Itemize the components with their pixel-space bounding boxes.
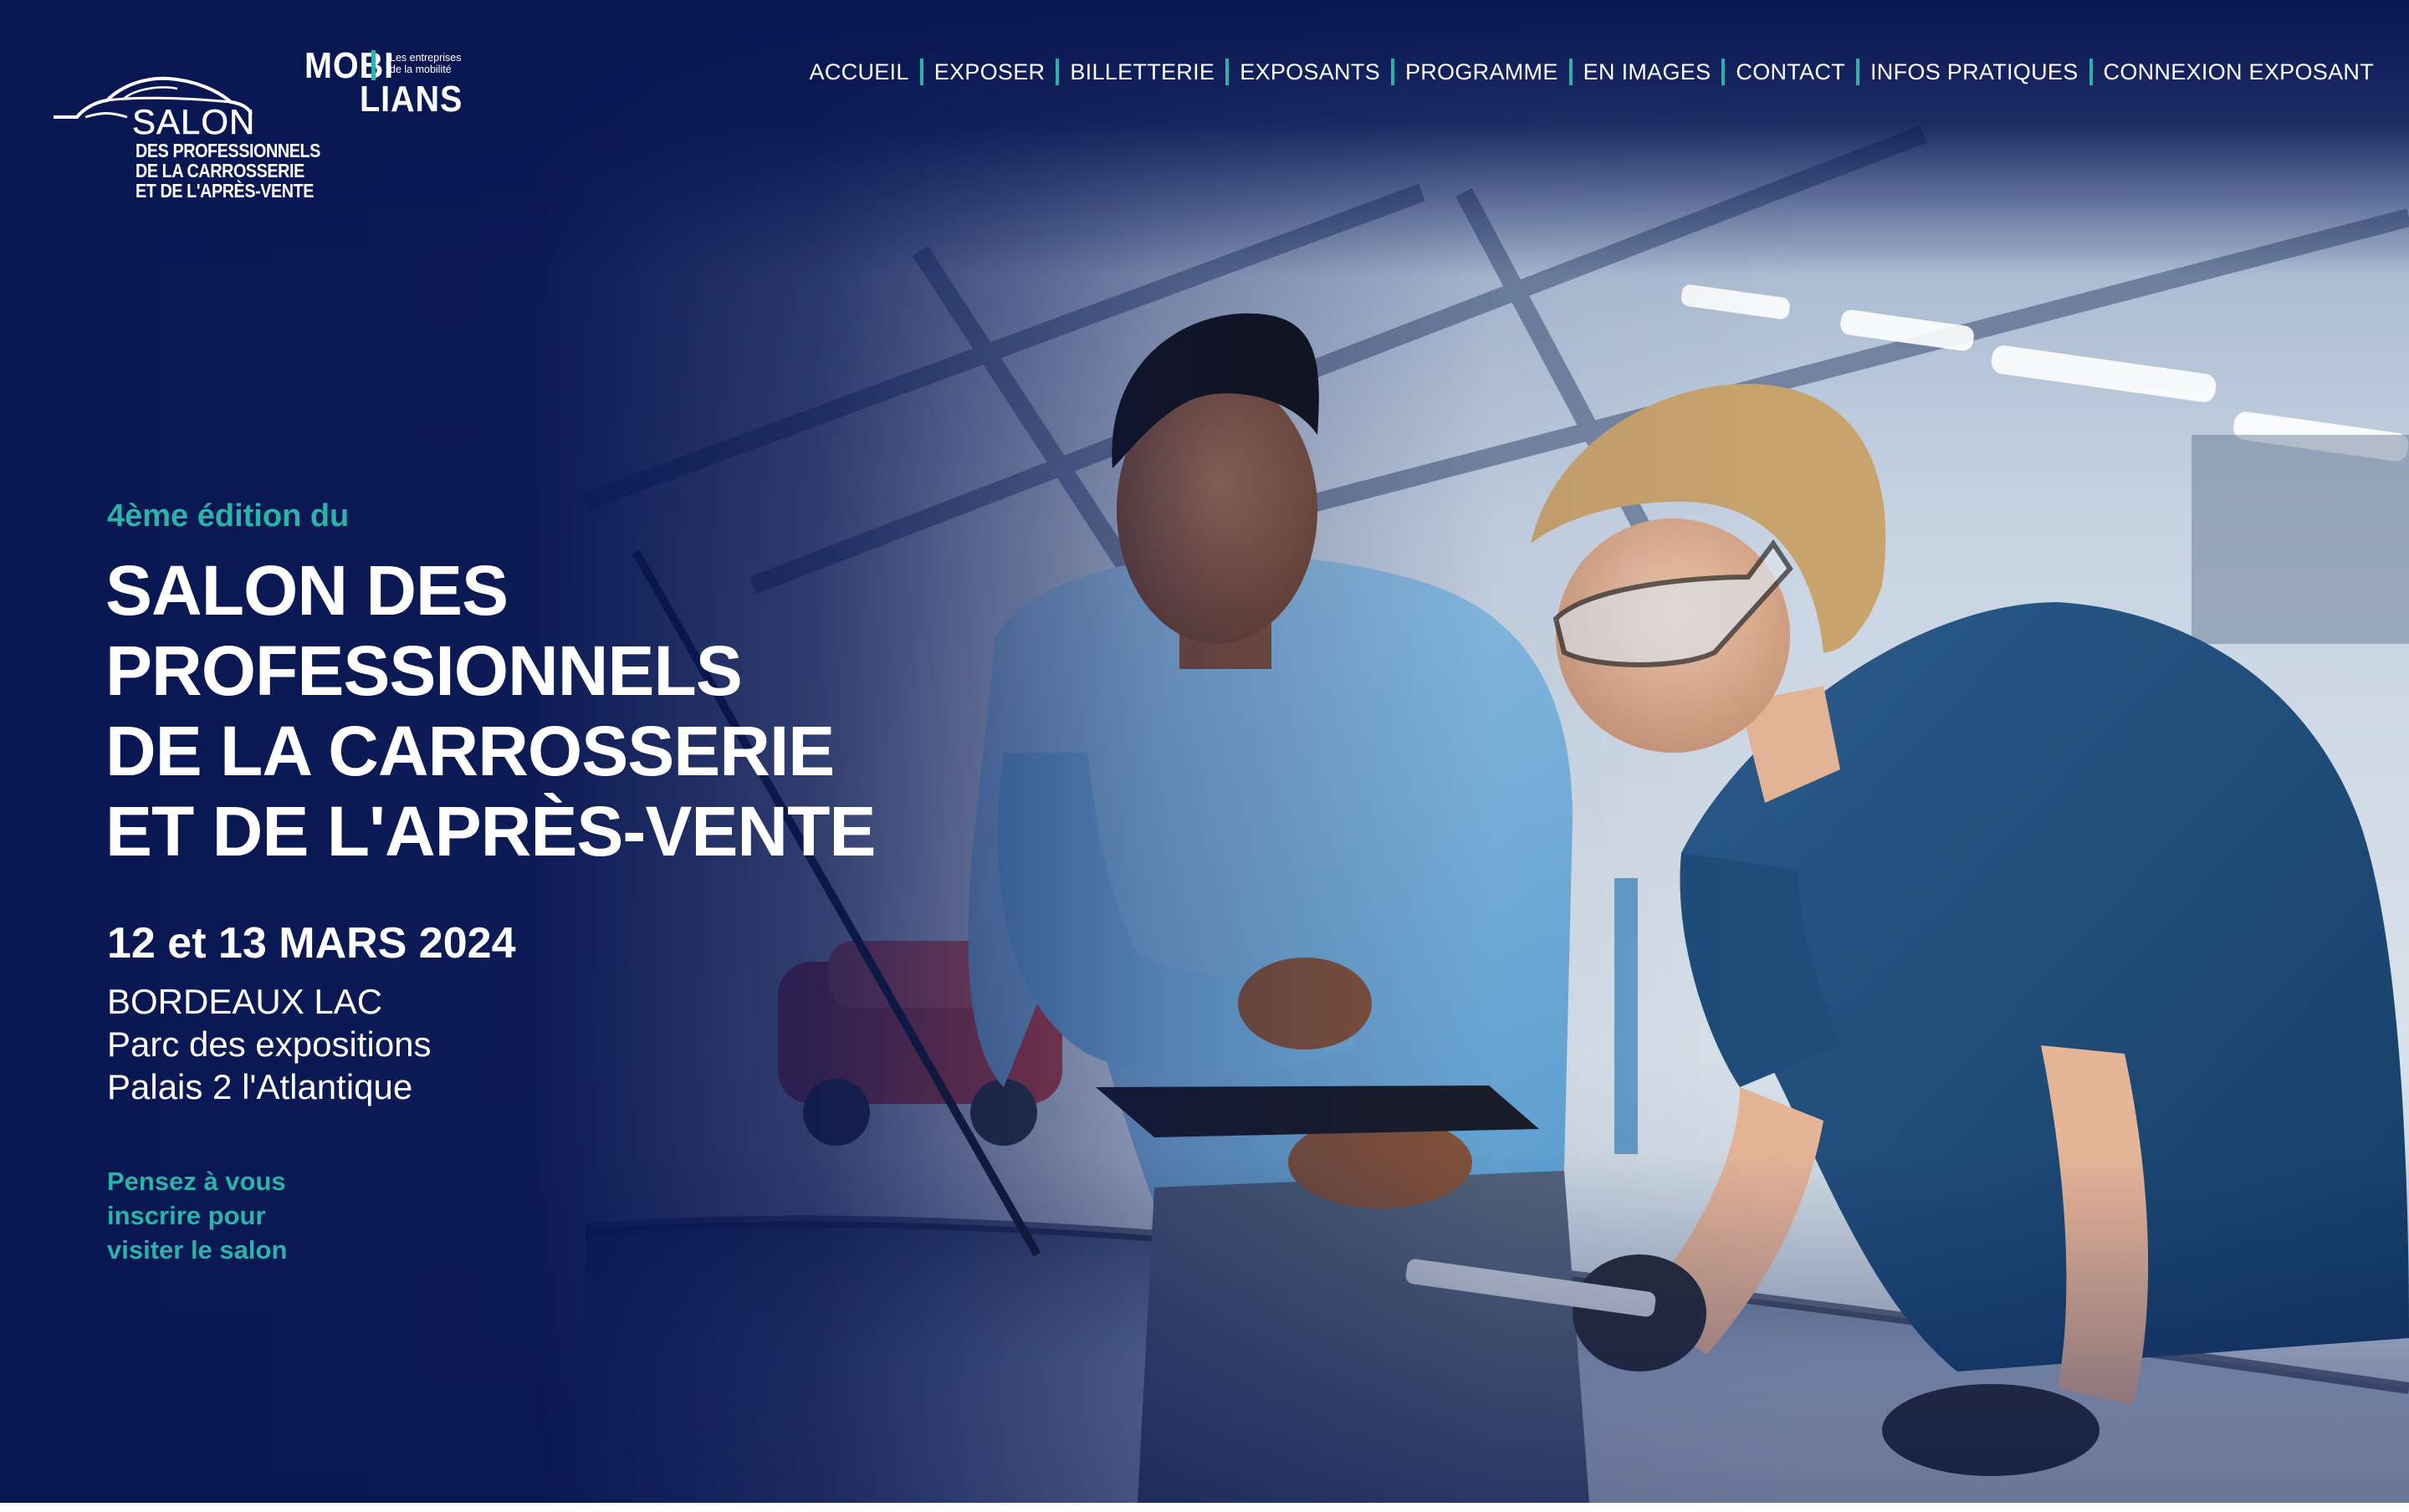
hero-title-line: PROFESSIONNELS <box>105 631 743 710</box>
nav-separator <box>1225 59 1230 85</box>
hero-location-line: BORDEAUX LAC <box>107 982 383 1021</box>
hero-title: SALON DES PROFESSIONNELS DE LA CARROSSER… <box>105 550 942 871</box>
salon-logo-subtitle: DES PROFESSIONNELS DE LA CARROSSERIE ET … <box>136 140 320 202</box>
page-bottom-strip <box>0 1503 2409 1512</box>
salon-logo-line: DES PROFESSIONNELS <box>136 140 320 161</box>
hero-location-line: Parc des expositions <box>107 1024 432 1064</box>
main-nav: ACCUEIL EXPOSER BILLETTERIE EXPOSANTS PR… <box>810 55 2374 89</box>
mobilians-tagline-line: Les entreprises <box>390 52 462 64</box>
nav-separator <box>1721 59 1726 85</box>
nav-item-accueil[interactable]: ACCUEIL <box>810 59 909 85</box>
register-visit-line: inscrire pour <box>107 1201 266 1230</box>
register-visit-line: visiter le salon <box>107 1235 288 1264</box>
nav-item-contact[interactable]: CONTACT <box>1736 59 1845 85</box>
mobilians-tagline: Les entreprises de la mobilité <box>390 52 490 75</box>
hero-dates: 12 et 13 MARS 2024 <box>107 919 516 968</box>
nav-separator <box>1568 59 1573 85</box>
nav-item-en-images[interactable]: EN IMAGES <box>1583 59 1711 85</box>
nav-item-connexion-exposant[interactable]: CONNEXION EXPOSANT <box>2104 59 2374 85</box>
nav-item-exposants[interactable]: EXPOSANTS <box>1240 59 1380 85</box>
hero-edition: 4ème édition du <box>107 498 350 534</box>
mobilians-logo-bottom: LIANS <box>360 79 463 120</box>
nav-item-exposer[interactable]: EXPOSER <box>934 59 1046 85</box>
nav-separator <box>1056 59 1060 85</box>
salon-logo-word: SALON <box>132 102 256 142</box>
hero-location-line: Palais 2 l'Atlantique <box>107 1067 413 1106</box>
hero-title-line: ET DE L'APRÈS-VENTE <box>105 792 876 871</box>
salon-logo-line: ET DE L'APRÈS-VENTE <box>136 180 315 202</box>
register-visit-line: Pensez à vous <box>107 1167 286 1196</box>
nav-separator <box>2089 59 2093 85</box>
salon-logo[interactable]: SALON DES PROFESSIONNELS DE LA CARROSSER… <box>52 65 320 207</box>
hero-location: BORDEAUX LAC Parc des expositions Palais… <box>107 980 693 1108</box>
nav-item-infos-pratiques[interactable]: INFOS PRATIQUES <box>1870 59 2079 85</box>
nav-item-programme[interactable]: PROGRAMME <box>1405 59 1558 85</box>
register-visit-link[interactable]: Pensez à vous inscrire pour visiter le s… <box>107 1164 375 1267</box>
hero-title-line: SALON DES <box>105 551 509 630</box>
hero-title-line: DE LA CARROSSERIE <box>105 712 835 790</box>
mobilians-logo[interactable]: MOBI LIANS Les entreprises de la mobilit… <box>304 45 480 122</box>
nav-separator <box>919 59 923 85</box>
nav-item-billetterie[interactable]: BILLETTERIE <box>1070 59 1215 85</box>
nav-separator <box>1390 59 1394 85</box>
nav-separator <box>1856 59 1859 85</box>
salon-logo-line: DE LA CARROSSERIE <box>136 160 304 181</box>
mobilians-tagline-line: de la mobilité <box>390 64 452 75</box>
mobilians-logo-divider <box>371 50 376 80</box>
